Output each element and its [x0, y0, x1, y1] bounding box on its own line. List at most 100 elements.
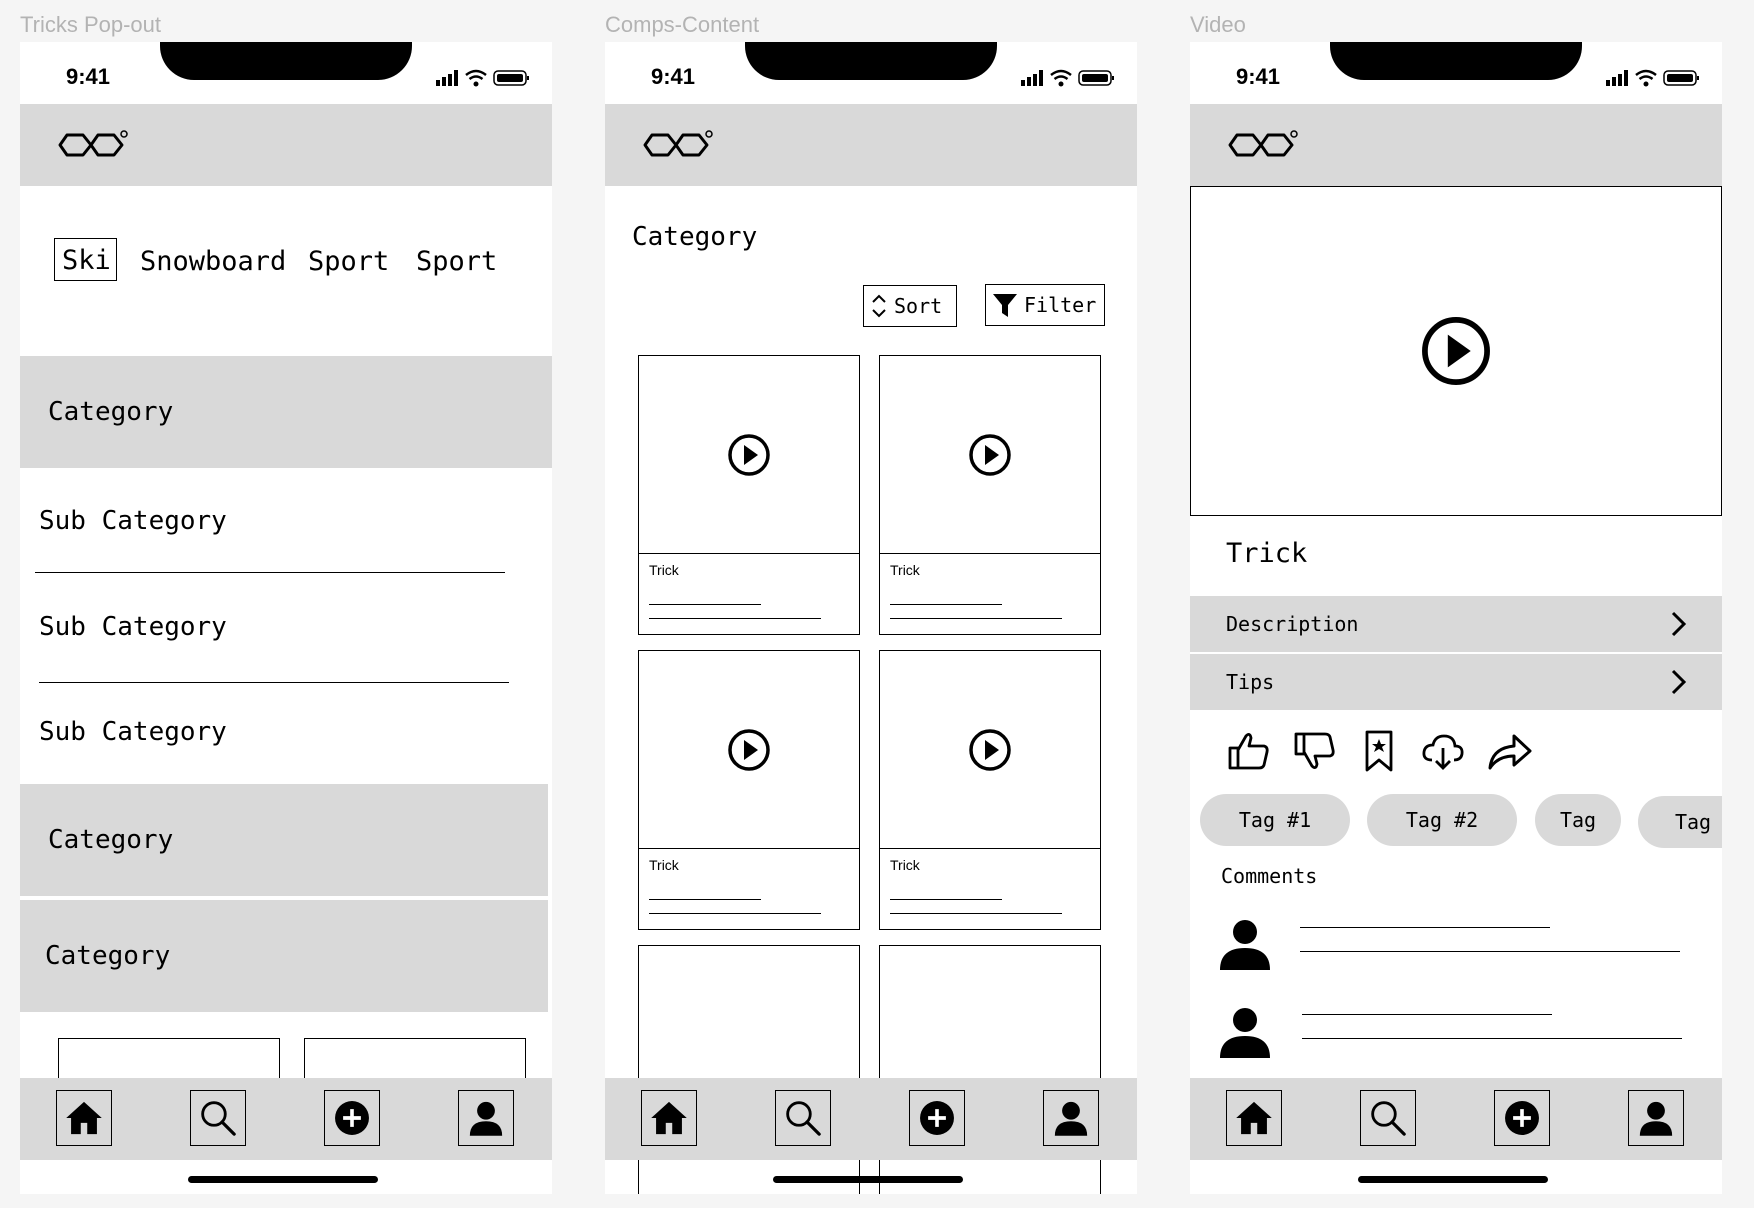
- nav-add-button[interactable]: [1494, 1090, 1550, 1146]
- divider: [35, 572, 505, 573]
- text-placeholder-line: [649, 604, 761, 605]
- text-placeholder-line: [890, 618, 1062, 619]
- nav-search-button[interactable]: [190, 1090, 246, 1146]
- tab-bar: [1190, 1078, 1722, 1160]
- tab-sport-2[interactable]: Sport: [416, 246, 497, 277]
- nav-search-button[interactable]: [1360, 1090, 1416, 1146]
- nav-add-button[interactable]: [909, 1090, 965, 1146]
- add-icon: [1501, 1092, 1543, 1144]
- video-thumbnail: [639, 356, 859, 554]
- logo-icon[interactable]: [643, 130, 713, 160]
- text-placeholder-line: [890, 913, 1062, 914]
- status-bar: 9:41: [1190, 42, 1722, 104]
- add-icon: [331, 1092, 373, 1144]
- page-title: Category: [632, 222, 758, 252]
- text-placeholder-line: [890, 604, 1002, 605]
- cloud-download-icon[interactable]: [1420, 728, 1466, 774]
- status-bar: 9:41: [605, 42, 1137, 104]
- play-icon: [727, 728, 771, 772]
- video-thumbnail: [880, 356, 1100, 554]
- home-icon: [648, 1092, 690, 1144]
- sub-category-2[interactable]: Sub Category: [39, 612, 227, 642]
- text-placeholder-line: [649, 913, 821, 914]
- notch: [160, 42, 412, 80]
- tag-chip[interactable]: Tag #1: [1200, 794, 1350, 846]
- trick-card[interactable]: Trick: [638, 650, 860, 930]
- tab-bar: [20, 1078, 552, 1160]
- category-row-1[interactable]: Category: [20, 356, 552, 468]
- sub-category-3[interactable]: Sub Category: [39, 717, 227, 747]
- search-icon: [782, 1092, 824, 1144]
- phone-video: 9:41 Trick Description Tips Tag #1 Tag #…: [1190, 42, 1722, 1194]
- nav-add-button[interactable]: [324, 1090, 380, 1146]
- card-title: Trick: [649, 562, 679, 578]
- share-icon[interactable]: [1486, 728, 1532, 774]
- home-indicator: [1358, 1176, 1548, 1183]
- nav-search-button[interactable]: [775, 1090, 831, 1146]
- tab-snowboard[interactable]: Snowboard: [140, 246, 286, 277]
- video-thumbnail: [880, 651, 1100, 849]
- frame-label-comps: Comps-Content: [605, 12, 760, 37]
- thumbs-down-icon[interactable]: [1292, 728, 1338, 774]
- sort-icon: [872, 294, 886, 318]
- add-icon: [916, 1092, 958, 1144]
- sort-button[interactable]: Sort: [863, 285, 957, 327]
- description-label: Description: [1226, 612, 1359, 636]
- trick-title: Trick: [1226, 538, 1308, 569]
- profile-icon: [465, 1092, 507, 1144]
- avatar[interactable]: [1218, 1004, 1272, 1058]
- nav-profile-button[interactable]: [1628, 1090, 1684, 1146]
- video-player[interactable]: [1190, 186, 1722, 516]
- logo-icon[interactable]: [1228, 130, 1298, 160]
- text-placeholder-line: [649, 618, 821, 619]
- chevron-right-icon: [1671, 611, 1687, 637]
- notch: [1330, 42, 1582, 80]
- play-icon: [968, 433, 1012, 477]
- play-icon[interactable]: [1420, 315, 1492, 387]
- tab-ski[interactable]: Ski: [54, 238, 117, 281]
- sort-label: Sort: [894, 294, 943, 318]
- nav-home-button[interactable]: [641, 1090, 697, 1146]
- trick-card[interactable]: Trick: [638, 355, 860, 635]
- comment-placeholder-line: [1302, 1014, 1552, 1015]
- chevron-right-icon: [1671, 669, 1687, 695]
- app-header: [20, 104, 552, 186]
- comment-placeholder-line: [1300, 927, 1550, 928]
- logo-icon[interactable]: [58, 130, 128, 160]
- thumbs-up-icon[interactable]: [1226, 728, 1272, 774]
- category-row-3[interactable]: Category: [20, 900, 548, 1012]
- comment-placeholder-line: [1300, 951, 1680, 952]
- play-icon: [727, 433, 771, 477]
- app-header: [605, 104, 1137, 186]
- text-placeholder-line: [890, 899, 1002, 900]
- filter-button[interactable]: Filter: [985, 284, 1105, 326]
- tips-label: Tips: [1226, 670, 1275, 694]
- tab-sport-1[interactable]: Sport: [308, 246, 389, 277]
- nav-profile-button[interactable]: [458, 1090, 514, 1146]
- notch: [745, 42, 997, 80]
- sub-category-1[interactable]: Sub Category: [39, 506, 227, 536]
- category-label: Category: [48, 397, 174, 427]
- trick-card[interactable]: Trick: [879, 650, 1101, 930]
- nav-profile-button[interactable]: [1043, 1090, 1099, 1146]
- description-row[interactable]: Description: [1190, 596, 1722, 652]
- avatar[interactable]: [1218, 916, 1272, 970]
- category-row-2[interactable]: Category: [20, 784, 548, 896]
- nav-home-button[interactable]: [56, 1090, 112, 1146]
- tag-chip[interactable]: Tag: [1535, 794, 1621, 846]
- filter-icon: [993, 294, 1017, 317]
- trick-card[interactable]: Trick: [879, 355, 1101, 635]
- comment-placeholder-line: [1302, 1038, 1682, 1039]
- status-icons: [1606, 68, 1702, 88]
- frame-label-video: Video: [1190, 12, 1246, 37]
- profile-icon: [1635, 1092, 1677, 1144]
- filter-label: Filter: [1024, 293, 1097, 317]
- tips-row[interactable]: Tips: [1190, 654, 1722, 710]
- tag-chip[interactable]: Tag: [1638, 796, 1722, 848]
- nav-home-button[interactable]: [1226, 1090, 1282, 1146]
- card-title: Trick: [890, 857, 920, 873]
- app-header: [1190, 104, 1722, 186]
- search-icon: [1367, 1092, 1409, 1144]
- bookmark-star-icon[interactable]: [1356, 728, 1402, 774]
- tag-chip[interactable]: Tag #2: [1367, 794, 1517, 846]
